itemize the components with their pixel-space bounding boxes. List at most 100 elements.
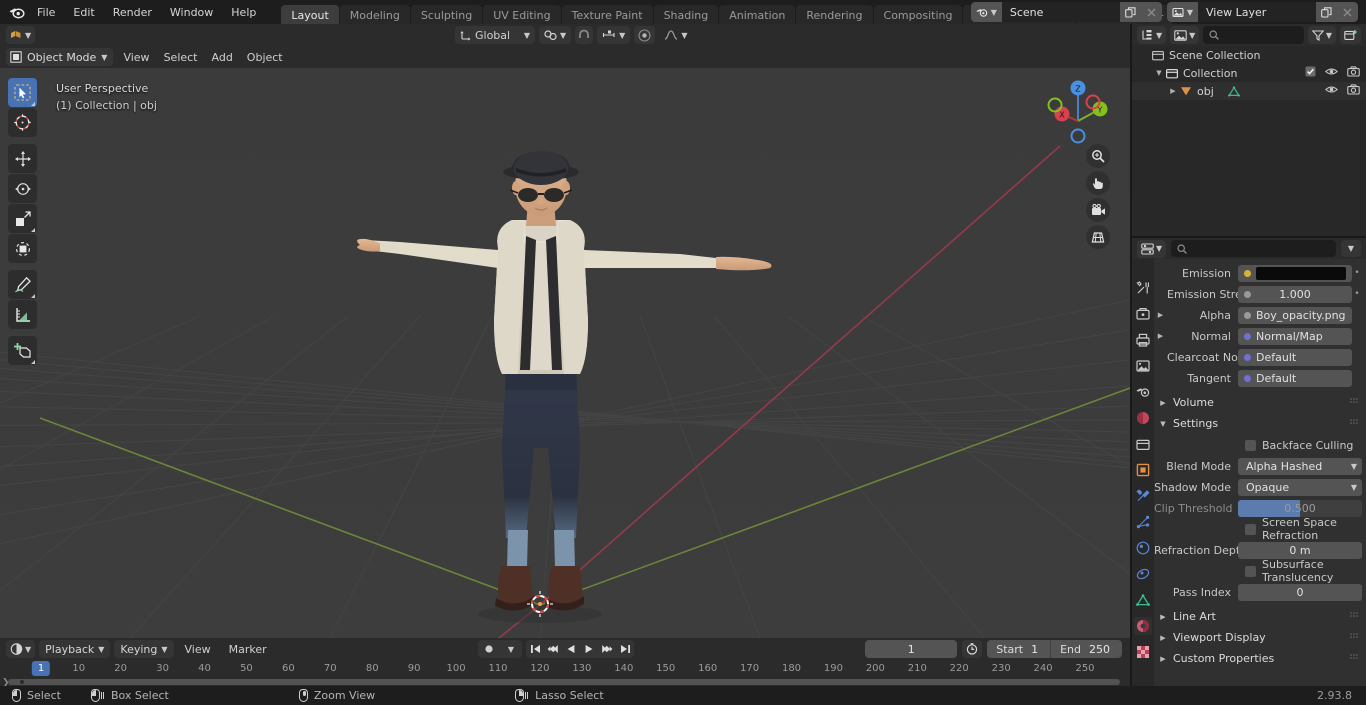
jump-to-start-icon[interactable] <box>526 640 544 658</box>
material-field-tangent[interactable]: Default <box>1238 369 1352 387</box>
viewport-menu-select[interactable]: Select <box>157 49 205 66</box>
transform-orientation-dropdown[interactable]: Global ▼ <box>455 26 535 44</box>
particles-tab[interactable] <box>1134 513 1152 531</box>
world-tab[interactable] <box>1134 409 1152 427</box>
rotate-tool[interactable] <box>8 174 37 203</box>
clip-threshold-slider[interactable]: 0.500 <box>1238 499 1362 517</box>
next-keyframe-icon[interactable] <box>598 640 616 658</box>
move-tool[interactable] <box>8 144 37 173</box>
hide-in-viewport-icon[interactable] <box>1324 66 1339 80</box>
modifier-tab[interactable] <box>1134 487 1152 505</box>
section-viewport-display[interactable]: ▶ Viewport Display <box>1154 627 1366 648</box>
3d-viewport[interactable]: User Perspective (1) Collection | obj Z … <box>0 68 1130 638</box>
settings-section-header[interactable]: ▼ Settings <box>1154 413 1366 434</box>
clock-icon[interactable] <box>962 640 983 658</box>
unlink-scene-icon[interactable] <box>1140 2 1162 22</box>
shadow-mode-dropdown[interactable]: Opaque ▼ <box>1238 478 1362 496</box>
top-menu-edit[interactable]: Edit <box>64 3 103 22</box>
workspace-tab-texture-paint[interactable]: Texture Paint <box>561 4 653 26</box>
viewport-menu-view[interactable]: View <box>116 49 156 66</box>
auto-keying-chevron-icon[interactable]: ▼ <box>500 640 522 658</box>
workspace-tab-modeling[interactable]: Modeling <box>339 4 410 26</box>
camera-icon[interactable] <box>1086 198 1110 222</box>
viewlayer-selector[interactable]: ▼ View Layer <box>1166 2 1358 22</box>
new-scene-icon[interactable] <box>1119 2 1141 22</box>
timeline-scrollbar[interactable]: ❯ <box>0 678 1130 688</box>
color-swatch[interactable] <box>1256 266 1346 280</box>
top-menu-help[interactable]: Help <box>222 3 265 22</box>
volume-section-header[interactable]: ▶ Volume <box>1154 392 1366 413</box>
chevron-right-icon[interactable]: ▶ <box>1154 332 1167 340</box>
mesh-data-icon[interactable] <box>1227 85 1240 97</box>
prev-keyframe-icon[interactable] <box>544 640 562 658</box>
snap-increment-dropdown[interactable]: ▼ <box>597 26 631 44</box>
viewport-menu-object[interactable]: Object <box>240 49 290 66</box>
timeline-playhead[interactable]: 1 <box>31 661 51 676</box>
backface-culling-checkbox[interactable] <box>1245 439 1256 451</box>
zoom-icon[interactable] <box>1086 144 1110 168</box>
workspace-tab-sculpting[interactable]: Sculpting <box>410 4 483 26</box>
timeline-ruler[interactable]: 10 20 30 40 50 60 70 80 90 100 110 120 130 140 150 160 1… <box>0 660 1130 678</box>
properties-editor-type-icon[interactable]: ▼ <box>1137 239 1167 258</box>
frame-range-fields[interactable]: Start 1 End 250 <box>987 640 1122 658</box>
outliner-row-obj[interactable]: ▶ obj <box>1132 82 1366 100</box>
material-field-normal[interactable]: Normal/Map <box>1238 327 1352 345</box>
material-field-alpha[interactable]: Boy_opacity.png <box>1238 306 1352 324</box>
top-menu-render[interactable]: Render <box>104 3 161 22</box>
workspace-tab-animation[interactable]: Animation <box>719 4 796 26</box>
playback-dropdown[interactable]: Playback ▼ <box>39 640 111 658</box>
backface-culling-row[interactable]: Backface Culling <box>1154 435 1366 455</box>
screen-space-refraction-checkbox[interactable] <box>1245 523 1256 535</box>
annotate-tool[interactable] <box>8 270 37 299</box>
workspace-tab-rendering[interactable]: Rendering <box>796 4 873 26</box>
texture-tab[interactable] <box>1134 643 1152 661</box>
disable-in-renders-icon[interactable] <box>1347 84 1360 98</box>
remove-viewlayer-icon[interactable] <box>1337 2 1358 22</box>
play-icon[interactable] <box>580 640 598 658</box>
blender-logo-icon[interactable] <box>6 2 28 22</box>
transform-tool[interactable] <box>8 234 37 263</box>
view-layer-tab[interactable] <box>1134 357 1152 375</box>
top-menu-window[interactable]: Window <box>161 3 222 22</box>
jump-to-end-icon[interactable] <box>616 640 634 658</box>
new-viewlayer-icon[interactable] <box>1316 2 1337 22</box>
screen-space-refraction-row[interactable]: Screen Space Refraction <box>1154 516 1366 542</box>
subsurface-translucency-row[interactable]: Subsurface Translucency <box>1154 558 1366 584</box>
outliner-filter-dropdown[interactable]: ▼ <box>1307 26 1336 44</box>
snap-dropdown[interactable]: ▼ <box>539 26 572 44</box>
chevron-right-icon[interactable]: ▶ <box>1154 311 1167 319</box>
timeline-view-menu[interactable]: View <box>178 641 218 658</box>
outliner-search-input[interactable] <box>1203 26 1304 44</box>
outliner-filter-id-dropdown[interactable]: ▼ <box>1170 26 1200 44</box>
outliner-row-scene-collection[interactable]: Scene Collection <box>1132 46 1366 64</box>
viewlayer-browse-icon[interactable]: ▼ <box>1166 2 1198 22</box>
properties-search-input[interactable] <box>1171 240 1336 257</box>
animate-property-dot[interactable]: • <box>1352 289 1362 299</box>
section-line-art[interactable]: ▶ Line Art <box>1154 606 1366 627</box>
workspace-tab-compositing[interactable]: Compositing <box>873 4 963 26</box>
tweak-select-tool[interactable] <box>8 78 37 107</box>
magnet-icon[interactable] <box>575 26 594 44</box>
proportional-falloff-dropdown[interactable]: ▼ <box>659 26 692 44</box>
workspace-tab-shading[interactable]: Shading <box>653 4 719 26</box>
material-field-clearcoat-normal[interactable]: Default <box>1238 348 1352 366</box>
material-field-emission-strengt[interactable]: 1.000 <box>1238 285 1352 303</box>
outliner-row-collection[interactable]: ▼ Collection <box>1132 64 1366 82</box>
collection-tab[interactable] <box>1134 435 1152 453</box>
object-data-tab[interactable] <box>1134 591 1152 609</box>
viewport-menu-add[interactable]: Add <box>205 49 240 66</box>
workspace-tab-uv-editing[interactable]: UV Editing <box>483 4 561 26</box>
timeline-editor-type-icon[interactable]: ▼ <box>6 640 36 658</box>
section-custom-properties[interactable]: ▶ Custom Properties <box>1154 648 1366 669</box>
object-tab[interactable] <box>1134 461 1152 479</box>
top-menu-file[interactable]: File <box>28 3 64 22</box>
pan-icon[interactable] <box>1086 171 1110 195</box>
tool-tab[interactable] <box>1134 279 1152 297</box>
collection-exclude-checkbox[interactable] <box>1305 66 1316 80</box>
measure-tool[interactable] <box>8 300 37 329</box>
blend-mode-dropdown[interactable]: Alpha Hashed ▼ <box>1238 457 1362 475</box>
physics-tab[interactable] <box>1134 539 1152 557</box>
constraint-tab[interactable] <box>1134 565 1152 583</box>
cursor-tool[interactable] <box>8 108 37 137</box>
material-field-emission[interactable] <box>1238 264 1352 282</box>
